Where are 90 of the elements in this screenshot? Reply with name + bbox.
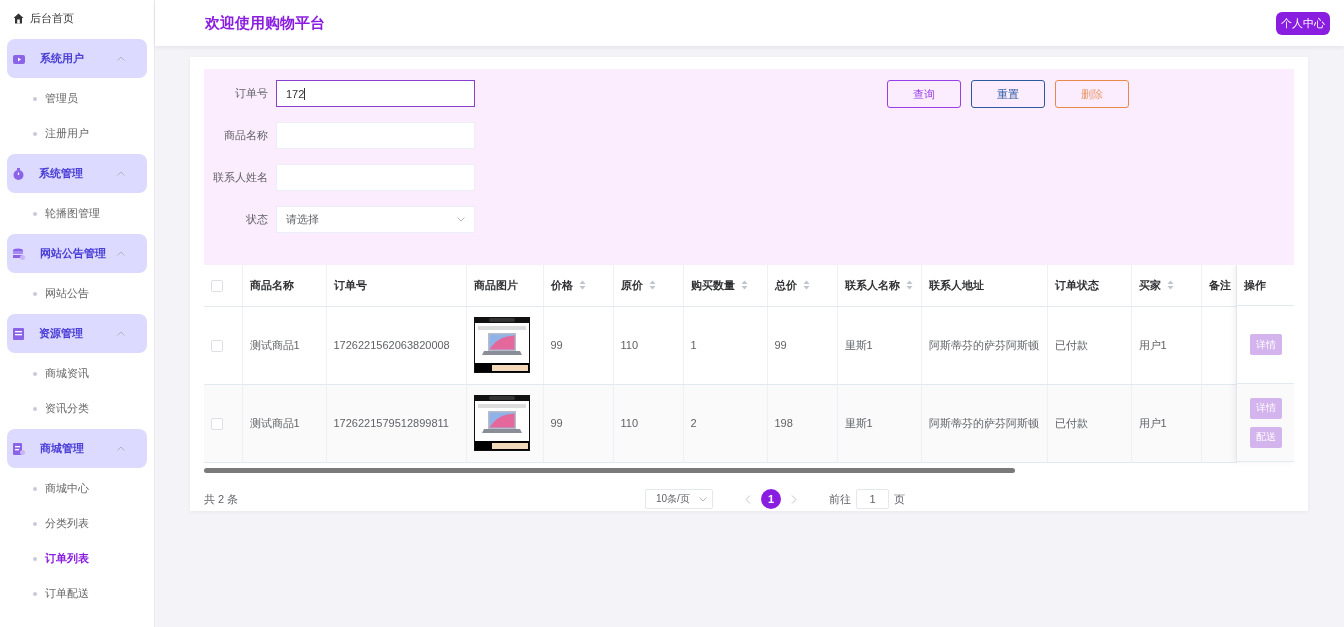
video-icon: [13, 53, 25, 64]
column-header[interactable]: 购买数量: [683, 265, 767, 306]
total-count: 共 2 条: [204, 491, 240, 507]
input-field[interactable]: 172: [276, 80, 475, 107]
sort-icon: [648, 280, 656, 291]
table-cell: 已付款: [1054, 338, 1088, 351]
table-cell: 110: [620, 417, 639, 429]
table-cell: 阿斯蒂芬的萨芬阿斯顿: [928, 416, 1039, 429]
goto-label: 前往: [829, 491, 851, 507]
chevron-down-icon: [699, 496, 707, 502]
menu-item[interactable]: 资讯分类: [5, 391, 149, 426]
column-header: 联系人地址: [921, 265, 1047, 306]
field-label: 状态: [245, 212, 269, 227]
menu-group[interactable]: 网站公告管理: [7, 234, 147, 273]
menu-item[interactable]: 订单列表: [5, 541, 149, 576]
column-header[interactable]: 买家: [1131, 265, 1201, 306]
menu-item[interactable]: 商城中心: [5, 471, 149, 506]
column-header: 操作: [1244, 277, 1266, 293]
menu-item[interactable]: 分类列表: [5, 506, 149, 541]
database-icon: [13, 247, 25, 260]
next-page-icon[interactable]: [791, 494, 797, 504]
table-cell: 99: [774, 339, 787, 351]
menu-item[interactable]: 管理员: [5, 81, 149, 116]
menu-item[interactable]: 订单配送: [5, 576, 149, 611]
menu-item[interactable]: 商城资讯: [5, 356, 149, 391]
field-label: 联系人姓名: [212, 170, 269, 185]
previous-page-icon[interactable]: [745, 494, 751, 504]
document-icon: [13, 442, 25, 455]
page-title: 欢迎使用购物平台: [205, 13, 325, 33]
book-icon: [13, 327, 24, 340]
table-cell: 99: [550, 417, 563, 429]
column-header: 商品图片: [466, 265, 543, 306]
column-header[interactable]: 价格: [543, 265, 613, 306]
column-header[interactable]: 联系人名称: [837, 265, 921, 306]
table-cell: 测试商品1: [249, 416, 300, 429]
table-cell: 1: [690, 339, 697, 351]
status-select[interactable]: 请选择: [276, 206, 475, 233]
checkbox[interactable]: [211, 279, 223, 292]
menu-group[interactable]: 商城管理: [7, 429, 147, 468]
page-size-select[interactable]: 10条/页: [645, 489, 713, 509]
field-label: 商品名称: [223, 128, 269, 143]
user-center-button[interactable]: 个人中心: [1276, 11, 1330, 35]
caret-icon: [117, 56, 125, 61]
reset-button[interactable]: 重置: [971, 80, 1045, 108]
home-icon: [13, 12, 24, 24]
column-header: 备注: [1201, 265, 1236, 306]
table-cell: 2: [690, 417, 697, 429]
column-header: 订单号: [326, 265, 466, 306]
table-cell: 里斯1: [844, 338, 873, 351]
caret-icon: [117, 171, 125, 176]
menu-item[interactable]: 网站公告: [5, 276, 149, 311]
menu-group[interactable]: 系统用户: [7, 39, 147, 78]
table-cell: 用户1: [1138, 416, 1167, 429]
checkbox[interactable]: [211, 417, 223, 430]
column-header: 订单状态: [1047, 265, 1131, 306]
sort-icon: [905, 280, 913, 291]
table-cell: 198: [774, 417, 793, 429]
caret-icon: [117, 446, 125, 451]
chevron-down-icon: [457, 217, 465, 222]
table-cell: 1726221579512899811: [333, 417, 449, 429]
checkbox[interactable]: [211, 339, 223, 352]
column-header[interactable]: 原价: [613, 265, 683, 306]
table-cell: 110: [620, 339, 639, 351]
page-number[interactable]: 1: [761, 489, 781, 509]
caret-icon: [117, 251, 125, 256]
home-link[interactable]: 后台首页: [30, 10, 74, 26]
scrollbar[interactable]: [204, 468, 1015, 473]
table-cell: 里斯1: [844, 416, 873, 429]
menu-item[interactable]: 轮播图管理: [5, 196, 149, 231]
page-suffix: 页: [894, 491, 905, 507]
table-cell: 测试商品1: [249, 338, 300, 351]
menu-item[interactable]: 注册用户: [5, 116, 149, 151]
menu-group[interactable]: 资源管理: [7, 314, 147, 353]
sort-icon: [740, 280, 748, 291]
table-cell: 1726221562063820008: [333, 339, 450, 351]
column-header: 商品名称: [242, 265, 326, 306]
stopwatch-icon: [13, 167, 24, 180]
menu-group[interactable]: 系统管理: [7, 154, 147, 193]
query-button[interactable]: 查询: [887, 80, 961, 108]
sort-icon: [1166, 280, 1174, 291]
column-header[interactable]: 总价: [767, 265, 837, 306]
table-cell: 用户1: [1138, 338, 1167, 351]
sort-icon: [578, 280, 586, 291]
table-cell: 阿斯蒂芬的萨芬阿斯顿: [928, 338, 1039, 351]
sort-icon: [802, 280, 810, 291]
field-label: 订单号: [234, 86, 269, 101]
table-cell: 99: [550, 339, 563, 351]
goto-page-field[interactable]: 1: [856, 489, 889, 509]
table-cell: 已付款: [1054, 416, 1088, 429]
caret-icon: [117, 331, 125, 336]
